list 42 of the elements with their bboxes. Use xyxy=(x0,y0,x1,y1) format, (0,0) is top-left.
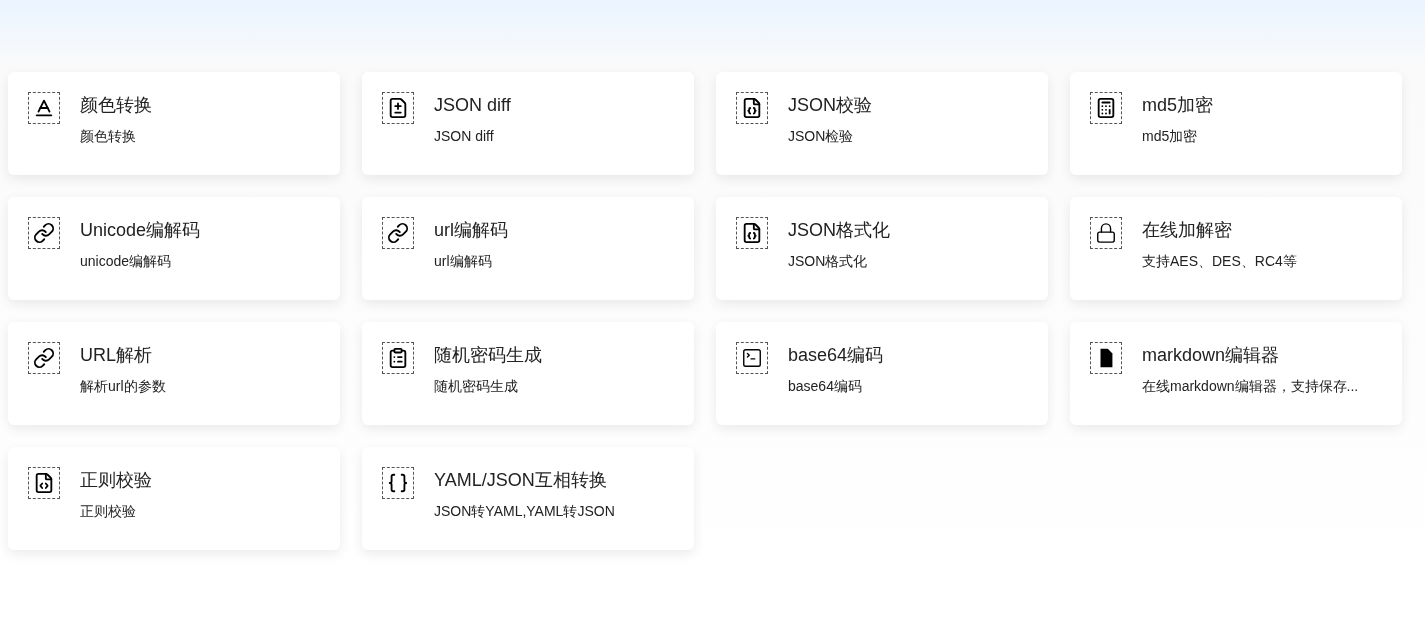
tool-card[interactable]: 随机密码生成 随机密码生成 xyxy=(362,322,694,425)
tool-card[interactable]: base64编码 base64编码 xyxy=(716,322,1048,425)
tool-title: JSON校验 xyxy=(788,94,872,117)
tool-description: url编解码 xyxy=(434,252,493,271)
tool-card[interactable]: 正则校验 正则校验 xyxy=(8,447,340,550)
tool-title: YAML/JSON互相转换 xyxy=(434,469,608,492)
tool-description: JSON diff xyxy=(434,127,495,146)
tool-card[interactable]: YAML/JSON互相转换 JSON转YAML,YAML转JSON xyxy=(362,447,694,550)
tool-card[interactable]: Unicode编解码 unicode编解码 xyxy=(8,197,340,300)
tool-title: 在线加解密 xyxy=(1142,219,1233,242)
tool-card[interactable]: md5加密 md5加密 xyxy=(1070,72,1402,175)
tool-description: 解析url的参数 xyxy=(80,377,166,396)
tool-title: URL解析 xyxy=(80,344,153,367)
tool-title: base64编码 xyxy=(788,344,884,367)
tool-card[interactable]: 在线加解密 支持AES、DES、RC4等 xyxy=(1070,197,1402,300)
tool-card[interactable]: url编解码 url编解码 xyxy=(362,197,694,300)
tool-description: 支持AES、DES、RC4等 xyxy=(1142,252,1297,271)
tool-description: 在线markdown编辑器，支持保存... xyxy=(1142,377,1359,396)
tool-description: 正则校验 xyxy=(80,502,137,521)
tool-description: JSON转YAML,YAML转JSON xyxy=(434,502,615,521)
tool-description: md5加密 xyxy=(1142,127,1199,146)
tool-title: markdown编辑器 xyxy=(1142,344,1281,367)
tool-card[interactable]: JSON diff JSON diff xyxy=(362,72,694,175)
tool-card[interactable]: URL解析 解析url的参数 xyxy=(8,322,340,425)
tool-card[interactable]: JSON格式化 JSON格式化 xyxy=(716,197,1048,300)
tool-title: JSON格式化 xyxy=(788,219,890,242)
tool-description: 随机密码生成 xyxy=(434,377,519,396)
tool-description: base64编码 xyxy=(788,377,863,396)
tool-title: 颜色转换 xyxy=(80,94,152,117)
tool-title: url编解码 xyxy=(434,219,508,242)
tool-description: JSON格式化 xyxy=(788,252,869,271)
tool-card[interactable]: JSON校验 JSON检验 xyxy=(716,72,1048,175)
tool-description: unicode编解码 xyxy=(80,252,173,271)
tool-title: Unicode编解码 xyxy=(80,219,201,242)
tool-title: 正则校验 xyxy=(80,469,152,492)
tool-title: md5加密 xyxy=(1142,94,1213,117)
tool-description: JSON检验 xyxy=(788,127,855,146)
tool-title: JSON diff xyxy=(434,94,511,117)
tool-card[interactable]: 颜色转换 颜色转换 xyxy=(8,72,340,175)
tool-card[interactable]: markdown编辑器 在线markdown编辑器，支持保存... xyxy=(1070,322,1402,425)
tool-description: 颜色转换 xyxy=(80,127,137,146)
tool-title: 随机密码生成 xyxy=(434,344,542,367)
